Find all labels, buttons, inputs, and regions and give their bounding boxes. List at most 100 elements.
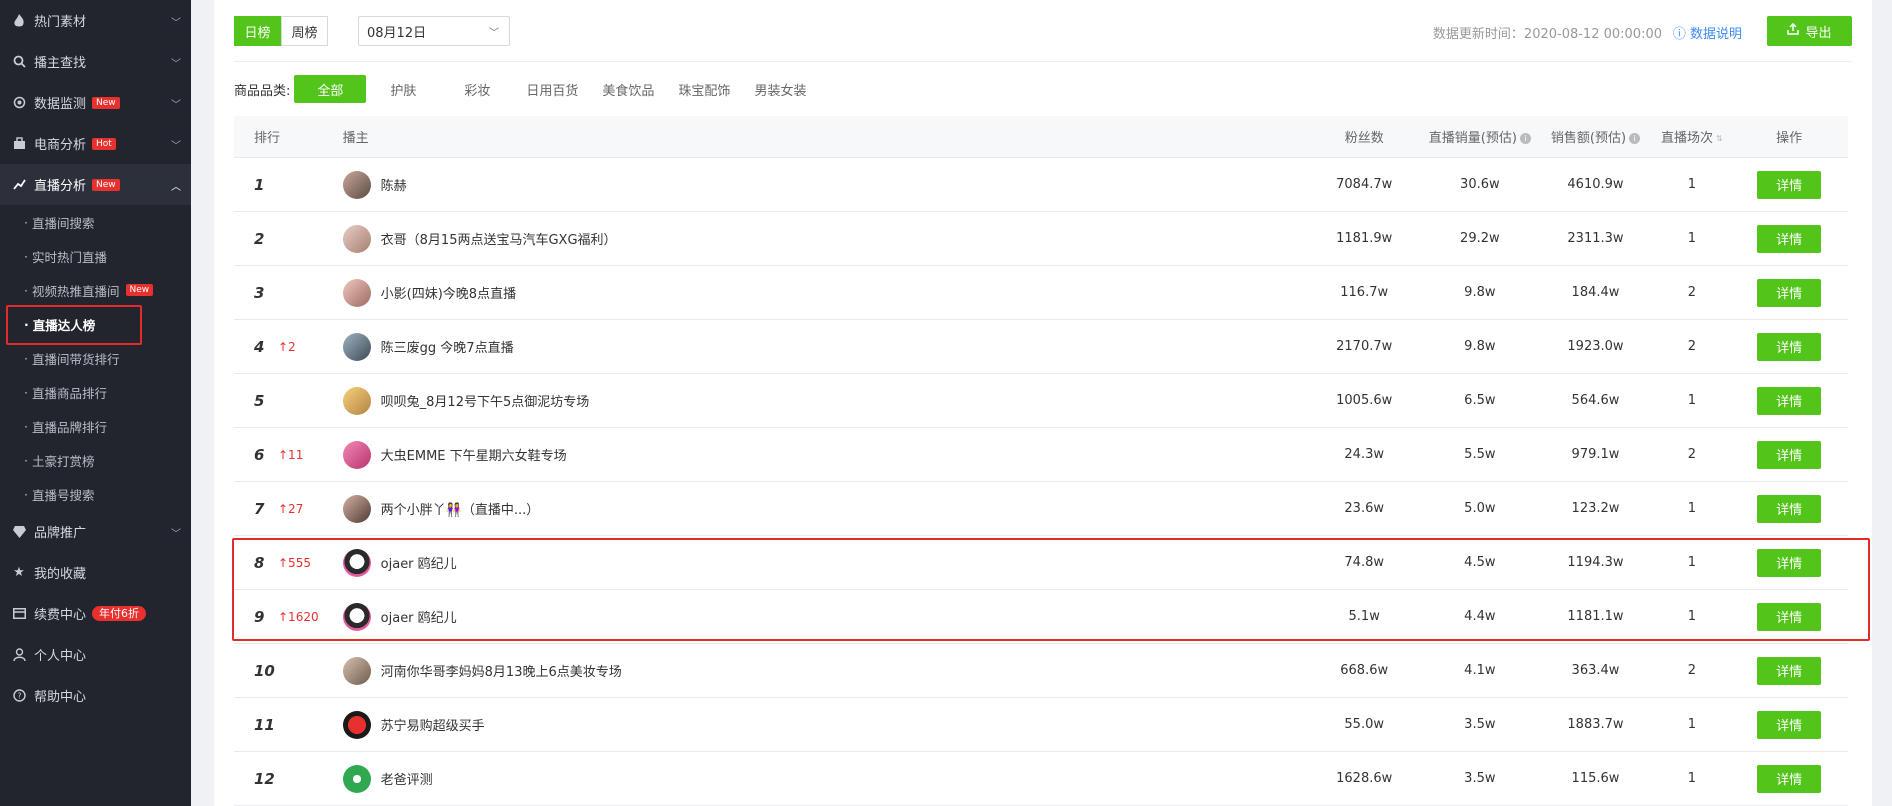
host-name[interactable]: 老爸评测 [381,769,433,788]
category-apparel[interactable]: 男装女装 [742,75,818,103]
category-jewelry[interactable]: 珠宝配饰 [666,75,742,103]
col-amount[interactable]: 销售额(预估) i [1538,127,1654,146]
host-name[interactable]: 大虫EMME 下午星期六女鞋专场 [381,445,567,464]
star-icon: ★ [13,565,25,580]
host-name[interactable]: 呗呗兔_8月12号下午5点御泥坊专场 [381,391,590,410]
sidebar-subitem-live-talent-rank[interactable]: · 直播达人榜 [0,307,191,341]
detail-button[interactable]: 详情 [1757,602,1822,631]
rank-cell: 1 [234,176,343,194]
sidebar-subitem-live-room-search[interactable]: · 直播间搜索 [0,205,191,239]
host-name[interactable]: 苏宁易购超级买手 [381,715,485,734]
tab-daily[interactable]: 日榜 [234,16,281,46]
avatar[interactable] [342,224,371,253]
sidebar-item-help[interactable]: ? 帮助中心 [0,675,191,716]
fire-icon [12,13,26,28]
host-name[interactable]: 两个小胖丫👭（直播中...） [381,499,540,518]
category-makeup[interactable]: 彩妆 [440,75,514,103]
sidebar-item-hot-material[interactable]: 热门素材 ﹀ [0,0,191,41]
host-cell[interactable]: 大虫EMME 下午星期六女鞋专场 [342,440,1307,469]
host-name[interactable]: 陈三废gg 今晚7点直播 [381,337,514,356]
detail-button[interactable]: 详情 [1757,548,1822,577]
avatar[interactable] [342,710,371,739]
avatar[interactable] [342,548,371,577]
sidebar-item-data-monitor[interactable]: 数据监测 New ﹀ [0,82,191,123]
avatar[interactable] [342,494,371,523]
host-cell[interactable]: ojaer 鸥纪儿 [342,548,1307,577]
host-name[interactable]: ojaer 鸥纪儿 [381,553,457,572]
detail-button[interactable]: 详情 [1757,386,1822,415]
avatar[interactable] [342,440,371,469]
sidebar-subitem-live-goods-rank[interactable]: · 直播间带货排行 [0,341,191,375]
count-cell: 1 [1687,717,1696,732]
rank-number: 7 [254,499,265,518]
sidebar-item-favorites[interactable]: ★ 我的收藏 [0,552,191,593]
rank-cell: 12 [234,770,343,788]
col-sales[interactable]: 直播销量(预估) i [1422,127,1538,146]
sidebar-item-ecommerce[interactable]: 电商分析 Hot ﹀ [0,123,191,164]
detail-button[interactable]: 详情 [1757,170,1822,199]
sidebar-item-label: 我的收藏 [34,567,87,582]
host-cell[interactable]: 陈三废gg 今晚7点直播 [342,332,1307,361]
detail-button[interactable]: 详情 [1757,764,1822,793]
col-count[interactable]: 直播场次 ⇅ [1653,127,1730,146]
detail-button[interactable]: 详情 [1757,332,1822,361]
col-fans[interactable]: 粉丝数 [1306,127,1422,146]
host-name[interactable]: 陈赫 [381,175,407,194]
sidebar-subitem-live-account-search[interactable]: · 直播号搜索 [0,477,191,511]
rank-change: ↑1620 [278,609,319,624]
sidebar-item-renewal[interactable]: 续费中心 年付6折 [0,593,191,634]
detail-button[interactable]: 详情 [1757,656,1822,685]
detail-button[interactable]: 详情 [1757,494,1822,523]
host-cell[interactable]: 两个小胖丫👭（直播中...） [342,494,1307,523]
monitor-icon [12,96,26,110]
export-button[interactable]: 导出 [1767,16,1852,46]
avatar[interactable] [342,602,371,631]
avatar[interactable] [342,332,371,361]
host-name[interactable]: 河南你华哥李妈妈8月13晚上6点美妆专场 [381,661,622,680]
detail-button[interactable]: 详情 [1757,440,1822,469]
category-skincare[interactable]: 护肤 [366,75,440,103]
tab-weekly[interactable]: 周榜 [281,16,328,46]
avatar[interactable] [342,764,371,793]
avatar[interactable] [342,170,371,199]
category-food-drink[interactable]: 美食饮品 [590,75,666,103]
rank-cell: 4 ↑2 [234,338,343,356]
sidebar-subitem-live-product-rank[interactable]: · 直播商品排行 [0,375,191,409]
host-cell[interactable]: 陈赫 [342,170,1307,199]
host-cell[interactable]: 衣哥（8月15两点送宝马汽车GXG福利） [342,224,1307,253]
detail-button[interactable]: 详情 [1757,278,1822,307]
sidebar-item-label: 播主查找 [34,56,87,71]
category-all[interactable]: 全部 [294,75,367,103]
host-name[interactable]: ojaer 鸥纪儿 [381,607,457,626]
sidebar-item-personal[interactable]: 个人中心 [0,634,191,675]
sidebar-subitem-live-brand-rank[interactable]: · 直播品牌排行 [0,409,191,443]
host-name[interactable]: 衣哥（8月15两点送宝马汽车GXG福利） [381,229,617,248]
category-daily-goods[interactable]: 日用百货 [514,75,590,103]
sales-cell: 9.8w [1464,285,1496,300]
date-select[interactable]: 08月12日 ﹀ [358,16,510,46]
host-cell[interactable]: 小影(四妹)今晚8点直播 [342,278,1307,307]
avatar[interactable] [342,386,371,415]
host-cell[interactable]: 呗呗兔_8月12号下午5点御泥坊专场 [342,386,1307,415]
search-icon [12,55,26,69]
sidebar-item-live-analysis[interactable]: 直播分析 New ︿ [0,164,191,205]
host-cell[interactable]: 河南你华哥李妈妈8月13晚上6点美妆专场 [342,656,1307,685]
count-cell: 2 [1687,285,1696,300]
fans-cell: 24.3w [1344,447,1384,462]
sidebar-subitem-realtime-hot-live[interactable]: · 实时热门直播 [0,239,191,273]
sidebar-subitem-tipping-rank[interactable]: · 土豪打赏榜 [0,443,191,477]
host-name[interactable]: 小影(四妹)今晚8点直播 [381,283,516,302]
data-help-link[interactable]: ⓘ 数据说明 [1673,23,1742,42]
detail-button[interactable]: 详情 [1757,224,1822,253]
sidebar-item-host-search[interactable]: 播主查找 ﹀ [0,41,191,82]
sidebar-item-brand-promo[interactable]: 品牌推广 ﹀ [0,511,191,552]
amount-cell: 4610.9w [1567,177,1624,192]
avatar[interactable] [342,278,371,307]
detail-button[interactable]: 详情 [1757,710,1822,739]
host-cell[interactable]: ojaer 鸥纪儿 [342,602,1307,631]
host-cell[interactable]: 老爸评测 [342,764,1307,793]
sidebar-subitem-video-hot-live[interactable]: · 视频热推直播间 New [0,273,191,307]
host-cell[interactable]: 苏宁易购超级买手 [342,710,1307,739]
op-cell: 详情 [1730,602,1848,631]
avatar[interactable] [342,656,371,685]
